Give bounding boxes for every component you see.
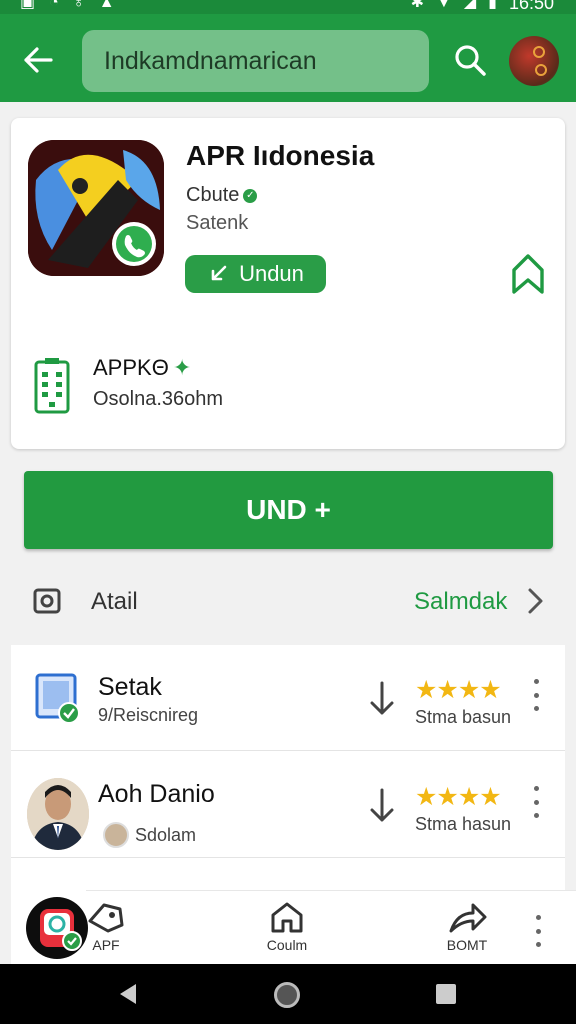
list-item-subtitle-text: Sdolam <box>135 824 197 845</box>
verified-icon: ✓ <box>243 188 258 203</box>
status-bar: ▣ ◔ ♁ ▲ ✱ ▼ ◢ ▮ 16:50 <box>0 0 576 14</box>
install-full-button-label: UND + <box>246 494 331 525</box>
search-button[interactable] <box>448 38 492 82</box>
back-button[interactable] <box>16 40 60 80</box>
notification-icon: ◔ <box>49 0 59 11</box>
search-query-text: Indkamdnamarican <box>104 46 317 75</box>
download-icon <box>211 265 227 281</box>
size-label-text: APPKΘ <box>93 355 169 380</box>
list-item-subtitle-text: 9/Reiscnireg <box>98 705 199 725</box>
user-avatar <box>27 778 89 850</box>
rating-stars: ★★★★ <box>415 676 502 704</box>
account-avatar[interactable] <box>509 36 559 86</box>
developer-name-text: Cbute <box>186 184 240 206</box>
list-item-title: Setak <box>98 673 162 701</box>
bluetooth-icon: ✱ <box>410 0 424 11</box>
notification-icon: ▲ <box>98 0 115 11</box>
nav-item-home[interactable]: Coulm <box>247 901 327 963</box>
download-arrow-icon[interactable] <box>367 786 397 826</box>
bottom-navigation: APF Coulm BOMT <box>86 890 576 964</box>
star-icon: ✦ <box>172 355 192 380</box>
storage-icon <box>33 358 71 414</box>
status-system-icons: ✱ ▼ ◢ ▮ 16:50 <box>410 0 554 13</box>
battery-icon: ▮ <box>488 0 497 11</box>
tag-icon <box>88 903 124 933</box>
install-button[interactable]: Undun <box>185 255 326 293</box>
list-item-subtitle: 9/Reiscnireg <box>98 705 198 726</box>
notification-icon: ♁ <box>72 0 85 11</box>
app-bar: Indkamdnamarican <box>0 14 576 102</box>
screen: ▣ ◔ ♁ ▲ ✱ ▼ ◢ ▮ 16:50 Indkamdnamarican A… <box>0 0 576 1024</box>
share-icon <box>449 903 487 933</box>
list-item[interactable]: Aoh Danio Sdolam ★★★★ Stma hasun <box>11 752 565 858</box>
see-more-link[interactable]: Salmdak <box>414 588 507 616</box>
bookmark-icon <box>512 254 544 294</box>
install-full-button[interactable]: UND + <box>24 471 553 549</box>
nav-item-label: Coulm <box>266 937 308 953</box>
list-item-title: Aoh Danio <box>98 780 215 808</box>
more-options-icon[interactable] <box>526 782 546 822</box>
floating-app-button[interactable] <box>26 897 88 959</box>
section-title: Atail <box>91 588 138 615</box>
list-item-stat: Stma basun <box>415 707 512 727</box>
rating-stars: ★★★★ <box>415 783 502 811</box>
app-thumbnail-icon <box>35 673 80 724</box>
status-time: 16:50 <box>508 0 554 13</box>
more-options-icon[interactable] <box>528 911 548 951</box>
notification-icon: ▣ <box>20 0 36 11</box>
wifi-icon: ▼ <box>435 0 452 11</box>
arrow-left-icon <box>24 47 53 73</box>
chevron-right-icon[interactable] <box>525 586 545 616</box>
nav-item-label: APF <box>92 937 120 953</box>
developer-name[interactable]: Cbute ✓ <box>186 184 258 207</box>
status-notification-icons: ▣ ◔ ♁ ▲ <box>20 0 115 11</box>
nav-item-share[interactable]: BOMT <box>427 901 507 963</box>
list-item[interactable]: Setak 9/Reiscnireg ★★★★ Stma basun <box>11 645 565 751</box>
system-home-icon[interactable] <box>274 982 300 1008</box>
app-category: Satenk <box>186 212 249 234</box>
search-input[interactable]: Indkamdnamarican <box>82 30 429 92</box>
small-avatar <box>103 822 129 848</box>
system-navigation-bar <box>0 964 576 1024</box>
camera-icon <box>33 588 61 614</box>
app-shortcut-icon <box>40 909 82 951</box>
signal-icon: ◢ <box>463 0 477 11</box>
search-icon <box>455 45 486 76</box>
list-item-subtitle: Sdolam <box>103 822 196 848</box>
system-back-icon[interactable] <box>116 982 140 1006</box>
system-recents-icon[interactable] <box>436 984 456 1004</box>
more-options-icon[interactable] <box>526 675 546 715</box>
section-header: Atail Salmdak <box>0 570 576 632</box>
wishlist-button[interactable] <box>508 252 548 296</box>
app-logo-icon <box>28 140 164 276</box>
app-details-card: APR Iıdonesia Cbute ✓ Satenk Undun APPKΘ… <box>11 118 565 449</box>
nav-item-label: BOMT <box>446 937 488 953</box>
list-item-stat: Stma hasun <box>415 814 512 834</box>
app-logo <box>28 140 164 276</box>
download-arrow-icon[interactable] <box>367 679 397 719</box>
home-icon <box>271 902 303 933</box>
install-button-label: Undun <box>239 261 304 286</box>
size-label: APPKΘ ✦ <box>93 355 191 381</box>
app-title: APR Iıdonesia <box>186 140 375 171</box>
size-value: Osolna.36ohm <box>93 388 224 410</box>
